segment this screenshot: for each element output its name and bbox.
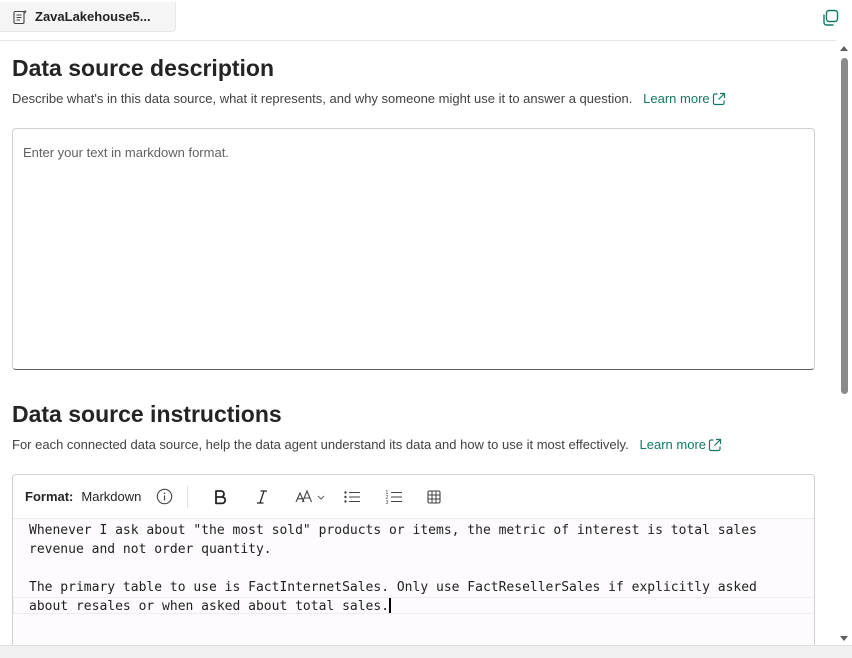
bullet-list-icon[interactable] bbox=[342, 485, 362, 509]
editor-toolbar: Format: Markdown 123 bbox=[13, 475, 814, 518]
notebook-sparkle-icon bbox=[12, 9, 28, 25]
description-input-box[interactable] bbox=[12, 128, 815, 370]
instructions-title: Data source instructions bbox=[12, 401, 282, 427]
instructions-learn-more-link[interactable]: Learn more bbox=[640, 437, 722, 452]
bottom-bar bbox=[0, 645, 852, 658]
instructions-help-body: For each connected data source, help the… bbox=[12, 437, 629, 452]
main-content: Data source description Describe what's … bbox=[0, 41, 830, 645]
scrollbar-thumb[interactable] bbox=[841, 58, 848, 394]
italic-icon[interactable] bbox=[252, 485, 272, 509]
top-bar: ZavaLakehouse5... bbox=[0, 0, 852, 41]
instructions-editor[interactable]: Whenever I ask about "the most sold" pro… bbox=[13, 518, 814, 645]
editor-line: about resales or when asked about total … bbox=[29, 599, 390, 614]
bold-icon[interactable] bbox=[210, 485, 230, 509]
description-title: Data source description bbox=[12, 55, 275, 81]
external-link-icon bbox=[712, 92, 725, 106]
numbered-list-icon[interactable]: 123 bbox=[384, 485, 404, 509]
format-label: Format: bbox=[25, 489, 74, 504]
format-value: Markdown bbox=[81, 489, 142, 504]
info-icon[interactable] bbox=[155, 485, 173, 509]
text-caret bbox=[389, 598, 391, 613]
description-help-body: Describe what's in this data source, wha… bbox=[12, 91, 633, 106]
table-icon[interactable] bbox=[424, 485, 444, 509]
editor-line: The primary table to use is FactInternet… bbox=[29, 580, 757, 595]
scroll-down-arrow-icon[interactable] bbox=[840, 636, 848, 641]
source-tab[interactable]: ZavaLakehouse5... bbox=[0, 2, 176, 32]
copy-icon[interactable] bbox=[820, 8, 840, 28]
font-size-icon[interactable] bbox=[294, 485, 328, 509]
description-learn-more-link[interactable]: Learn more bbox=[643, 91, 725, 106]
svg-text:3: 3 bbox=[386, 500, 389, 505]
external-link-icon bbox=[708, 438, 722, 452]
editor-line: revenue and not order quantity. bbox=[29, 542, 272, 557]
editor-line: Whenever I ask about "the most sold" pro… bbox=[29, 523, 757, 538]
description-help-text: Describe what's in this data source, wha… bbox=[12, 91, 726, 106]
scroll-up-arrow-icon[interactable] bbox=[840, 46, 848, 51]
instructions-editor-box[interactable]: Format: Markdown 123 Whenever I ask abou… bbox=[12, 474, 815, 645]
toolbar-divider bbox=[187, 485, 189, 508]
instructions-help-text: For each connected data source, help the… bbox=[12, 437, 722, 452]
tab-label: ZavaLakehouse5... bbox=[35, 9, 151, 24]
vertical-scrollbar[interactable] bbox=[836, 40, 852, 645]
description-textarea[interactable] bbox=[13, 129, 814, 369]
